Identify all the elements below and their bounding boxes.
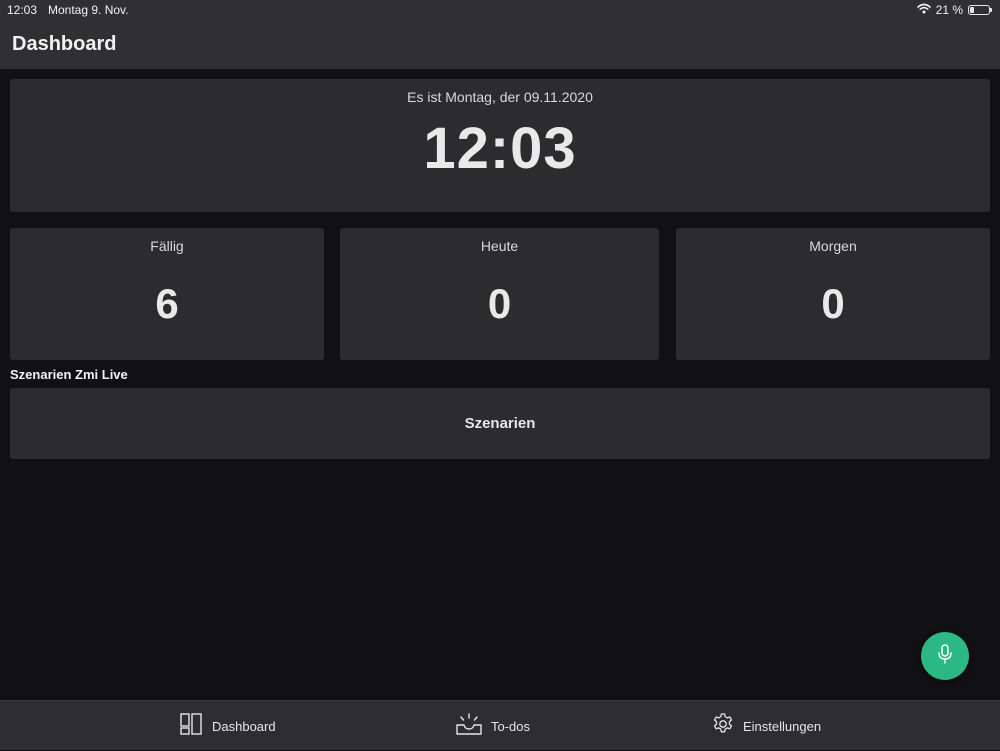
tab-settings[interactable]: Einstellungen xyxy=(711,701,821,751)
battery-fill xyxy=(970,7,974,13)
navigation-bar: Dashboard xyxy=(0,22,1000,69)
page-title: Dashboard xyxy=(12,33,117,55)
tab-dashboard[interactable]: Dashboard xyxy=(180,701,276,751)
scenarios-button[interactable]: Szenarien xyxy=(10,388,990,459)
tab-todos[interactable]: To-dos xyxy=(455,701,530,751)
current-time: 12:03 xyxy=(423,116,577,181)
stat-card-tomorrow[interactable]: Morgen 0 xyxy=(676,228,990,360)
battery-percent: 21 % xyxy=(935,3,963,17)
status-date: Montag 9. Nov. xyxy=(48,3,129,17)
tab-label: To-dos xyxy=(491,718,531,734)
tab-bar: Dashboard To-dos Einstellungen xyxy=(0,700,1000,750)
battery-icon xyxy=(968,5,992,15)
scenarios-section-title: Szenarien Zmi Live xyxy=(10,367,128,382)
stat-value: 0 xyxy=(821,280,845,327)
stat-value: 0 xyxy=(487,280,512,327)
status-indicators: 21 % xyxy=(916,3,992,17)
status-bar: 12:03 Montag 9. Nov. 21 % xyxy=(0,0,1000,22)
stat-label: Morgen xyxy=(809,238,857,254)
stat-label: Fällig xyxy=(150,238,184,254)
status-time: 12:03 xyxy=(7,3,38,17)
tab-label: Einstellungen xyxy=(743,718,822,734)
wifi-icon xyxy=(916,3,931,17)
clock-card: Es ist Montag, der 09.11.2020 12:03 xyxy=(10,79,990,212)
scenarios-button-label: Szenarien xyxy=(464,415,536,432)
inbox-icon xyxy=(455,712,483,740)
gear-icon xyxy=(711,712,735,741)
microphone-button[interactable] xyxy=(921,632,969,680)
stat-card-due[interactable]: Fällig 6 xyxy=(10,228,324,360)
stat-value: 6 xyxy=(155,280,179,327)
stat-card-today[interactable]: Heute 0 xyxy=(340,228,659,360)
current-date-text: Es ist Montag, der 09.11.2020 xyxy=(407,89,593,105)
stat-label: Heute xyxy=(480,238,519,254)
dashboard-icon xyxy=(180,712,204,740)
tab-label: Dashboard xyxy=(212,718,276,734)
microphone-icon xyxy=(937,643,953,669)
